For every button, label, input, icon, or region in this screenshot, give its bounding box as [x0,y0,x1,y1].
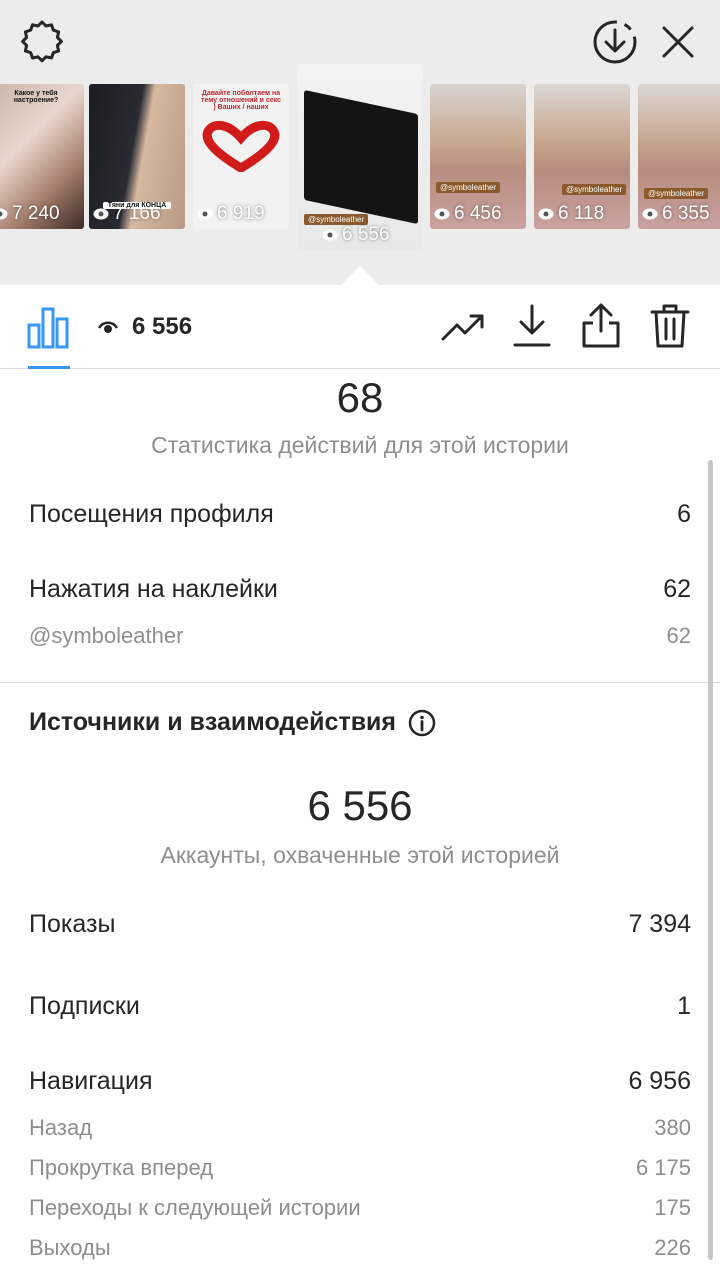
story-thumbnail[interactable]: @symboleather 6 355 [638,84,720,229]
profile-visits-label: Посещения профиля [29,500,274,528]
discovery-title-text: Источники и взаимодействия [29,708,397,736]
story-thumbnail-selected[interactable]: @symboleather 6 556 [298,64,422,250]
thumbnail-caption: Какое у тебя настроение? [13,90,59,104]
exited-row: Выходы 226 [29,1235,691,1261]
sticker-taps-row: Нажатия на наклейки 62 [29,575,691,604]
thumbnail-views-value: 6 919 [217,203,265,224]
story-thumbnail[interactable]: Какое у тебя настроение? 7 240 [0,84,84,229]
trending-up-icon[interactable] [440,307,486,347]
close-icon[interactable] [656,20,700,64]
impressions-label: Показы [29,910,116,938]
insights-toolbar: 6 556 [0,285,720,369]
eye-icon [0,208,8,220]
navigation-value: 6 956 [628,1067,691,1095]
follows-label: Подписки [29,992,140,1020]
share-icon[interactable] [580,301,622,349]
thumbnail-views-value: 6 118 [558,203,605,224]
heart-shape-icon [202,120,280,172]
sticker-account-value: 62 [666,623,691,648]
story-thumbnail[interactable]: 7 166 Тяни для КОНЦА [89,84,185,229]
forward-label: Прокрутка вперед [29,1155,214,1180]
active-tab-indicator [28,366,70,369]
download-icon[interactable] [512,303,552,349]
thumbnail-views: 6 919 [197,203,265,225]
delete-trash-icon[interactable] [650,303,690,349]
insights-content[interactable]: 68 Статистика действий для этой истории … [0,370,720,1280]
reach-total: 6 556 [307,782,413,829]
back-value: 380 [654,1115,691,1140]
eye-icon [434,208,450,220]
eye-icon [197,208,213,220]
selected-story-pointer [341,266,379,285]
eye-icon [642,208,658,220]
thumbnail-views-value: 6 556 [342,224,390,245]
thumbnail-views-value: 6 456 [454,203,502,224]
profile-visits-row: Посещения профиля 6 [29,500,691,529]
sticker-account-label: @symboleather [29,623,184,648]
discovery-section-title: Источники и взаимодействия [29,708,436,737]
bar-chart-icon[interactable] [26,305,70,349]
scrollbar[interactable] [708,460,713,1260]
forward-value: 6 175 [635,1155,691,1180]
thumbnail-caption: Давайте поболтаем на тему отношений и се… [200,90,282,111]
story-thumbnail[interactable]: @symboleather 6 456 [430,84,526,229]
eye-icon [322,229,338,241]
product-box-shape [304,89,418,225]
sticker-taps-value: 62 [663,575,691,603]
impressions-row: Показы 7 394 [29,910,691,939]
interactions-caption: Статистика действий для этой истории [151,432,569,458]
navigation-row: Навигация 6 956 [29,1067,691,1096]
sticker-account-row: @symboleather 62 [29,623,691,649]
next-story-value: 175 [654,1195,691,1220]
impressions-value: 7 394 [628,910,691,938]
thumbnail-caption: Тяни для КОНЦА [103,202,171,209]
thumbnail-views-value: 6 355 [662,203,710,224]
story-thumbnail[interactable]: @symboleather 6 118 [534,84,630,229]
eye-icon [93,208,109,220]
forward-row: Прокрутка вперед 6 175 [29,1155,691,1181]
thumbnail-views: 7 240 [0,203,60,225]
interactions-total: 68 [336,374,384,421]
view-count: 6 556 [132,313,193,340]
settings-gear-icon[interactable] [18,18,66,66]
thumbnail-mention-tag: @symboleather [436,182,501,193]
next-story-label: Переходы к следующей истории [29,1195,361,1220]
exited-value: 226 [654,1235,691,1260]
thumbnail-views: 6 355 [642,203,710,225]
thumbnail-views-value: 7 240 [12,203,60,224]
next-story-row: Переходы к следующей истории 175 [29,1195,691,1221]
back-label: Назад [29,1115,93,1140]
save-to-device-icon[interactable] [591,18,639,66]
eye-icon [538,208,554,220]
follows-value: 1 [677,992,691,1020]
thumbnail-mention-tag: @symboleather [644,188,709,199]
reach-caption: Аккаунты, охваченные этой историей [160,842,560,868]
follows-row: Подписки 1 [29,992,691,1021]
back-row: Назад 380 [29,1115,691,1141]
sticker-taps-label: Нажатия на наклейки [29,575,278,603]
navigation-label: Навигация [29,1067,153,1095]
section-divider [0,682,720,683]
exited-label: Выходы [29,1235,111,1260]
profile-visits-value: 6 [677,500,691,528]
thumbnail-views: 6 118 [538,203,604,225]
thumbnail-views: 6 456 [434,203,502,225]
story-strip-area: Какое у тебя настроение? 7 240 7 166 Тян… [0,0,720,285]
info-icon[interactable] [408,709,436,737]
eye-icon [98,321,118,333]
story-thumbnail[interactable]: Давайте поболтаем на тему отношений и се… [193,84,289,229]
thumbnail-views: 6 556 [322,224,390,246]
thumbnail-mention-tag: @symboleather [562,184,627,195]
